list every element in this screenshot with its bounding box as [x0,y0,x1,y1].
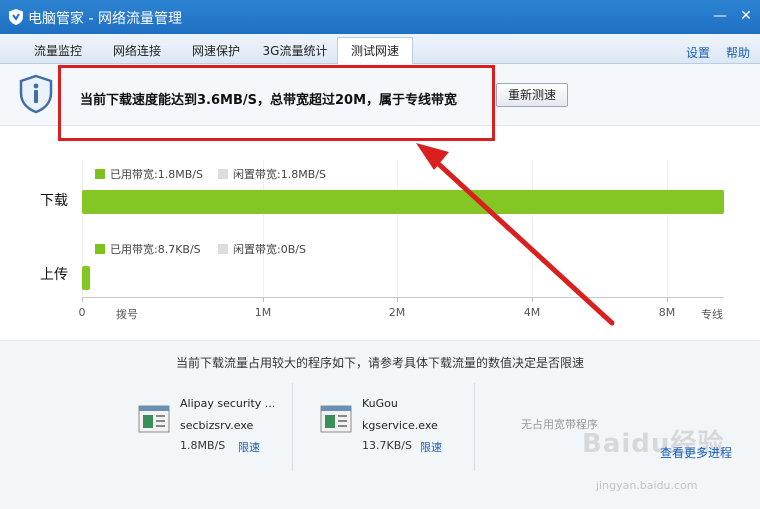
program-window-icon [138,405,170,433]
tab-3g-stats[interactable]: 3G流量统计 [259,38,331,64]
divider [474,383,475,471]
download-idle-label: 闲置带宽:1.8MB/S [233,168,326,181]
retest-button[interactable]: 重新测速 [496,83,568,107]
download-label: 下载 [40,193,68,209]
download-bar [82,190,724,214]
limit-speed-link[interactable]: 限速 [420,439,442,455]
tab-speed-protect[interactable]: 网速保护 [180,38,252,64]
process-speed: 13.7KB/S [362,439,412,452]
info-shield-icon [19,74,53,114]
process-speed: 1.8MB/S [180,439,226,452]
axis-tick-label: 0 [78,306,86,319]
upload-idle-label: 闲置带宽:0B/S [233,243,306,256]
download-idle-legend: 闲置带宽:1.8MB/S [218,166,326,182]
tab-connections[interactable]: 网络连接 [101,38,173,64]
process-name: Alipay security ... [180,397,276,410]
idle-swatch [218,169,228,179]
axis-tick [82,298,83,302]
axis-tick [532,298,533,302]
help-link[interactable]: 帮助 [726,44,750,61]
settings-link[interactable]: 设置 [686,44,710,61]
axis-tick-label: 1M [254,306,272,319]
process-item: Alipay security ... secbizsrv.exe 1.8MB/… [138,397,288,467]
limit-speed-link[interactable]: 限速 [238,439,260,455]
tab-traffic-monitor[interactable]: 流量监控 [22,38,94,64]
upload-bar-fill [82,266,90,290]
idle-swatch [218,244,228,254]
divider [292,383,293,471]
process-panel: 当前下载流量占用较大的程序如下，请参考具体下载流量的数值决定是否限速 Alipa… [0,340,760,509]
download-used-legend: 已用带宽:1.8MB/S [95,166,203,182]
close-icon[interactable]: ✕ [738,8,754,24]
download-bar-fill [82,190,724,214]
upload-bar [82,266,724,290]
speed-axis [82,297,724,298]
download-used-label: 已用带宽:1.8MB/S [110,168,203,181]
axis-tick [263,298,264,302]
upload-label: 上传 [40,267,68,283]
axis-tick-label: 专线 [701,308,723,321]
axis-tick-label: 拨号 [116,308,138,321]
axis-tick-label: 4M [523,306,541,319]
upload-used-label: 已用带宽:8.7KB/S [110,243,201,256]
axis-tick [397,298,398,302]
window-title: 电脑管家 - 网络流量管理 [28,11,182,27]
minimize-icon[interactable]: — [712,8,728,24]
watermark-url: jingyan.baidu.com [596,479,698,492]
upload-used-legend: 已用带宽:8.7KB/S [95,241,201,257]
program-window-icon [320,405,352,433]
shield-logo-icon [9,9,23,25]
tab-speed-test[interactable]: 测试网速 [337,37,413,65]
tab-bar: 流量监控 网络连接 网速保护 3G流量统计 测试网速 设置 帮助 [0,34,760,65]
view-more-processes-link[interactable]: 查看更多进程 [660,444,732,461]
process-item: KuGou kgservice.exe 13.7KB/S 限速 [320,397,470,467]
process-note: 当前下载流量占用较大的程序如下，请参考具体下载流量的数值决定是否限速 [175,356,584,370]
process-exe: secbizsrv.exe [180,419,254,432]
used-swatch [95,244,105,254]
process-exe: kgservice.exe [362,419,438,432]
used-swatch [95,169,105,179]
annotation-highlight-box [58,65,495,141]
process-name: KuGou [362,397,398,410]
upload-idle-legend: 闲置带宽:0B/S [218,241,306,257]
axis-tick-label: 8M [658,306,676,319]
title-bar: 电脑管家 - 网络流量管理 — ✕ [0,0,760,34]
axis-tick [667,298,668,302]
axis-tick-label: 2M [388,306,406,319]
